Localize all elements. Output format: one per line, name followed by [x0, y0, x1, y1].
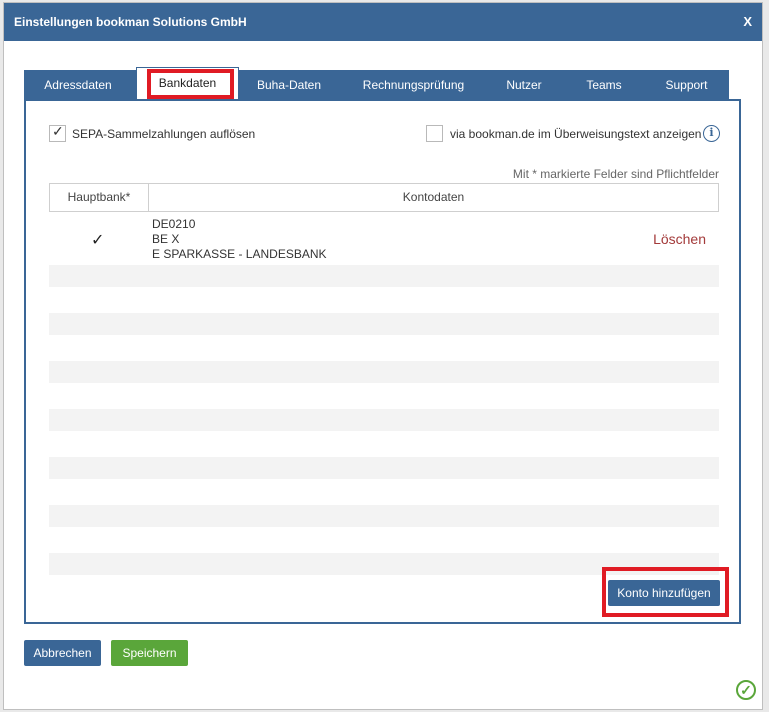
dialog-titlebar: Einstellungen bookman Solutions GmbH X	[4, 3, 762, 41]
table-row-empty	[49, 313, 719, 335]
header-kontodaten: Kontodaten	[402, 190, 465, 204]
table-row[interactable]: ✓ DE0210 BE X E SPARKASSE - LANDESBANK L…	[49, 214, 719, 264]
settings-dialog: Einstellungen bookman Solutions GmbH X A…	[3, 2, 763, 710]
transfer-text-label: via bookman.de im Überweisungstext anzei…	[450, 127, 702, 141]
tab-highlight	[147, 69, 234, 99]
tab-buha-daten[interactable]: Buha-Daten	[239, 70, 339, 100]
account-line-1: DE0210	[152, 217, 196, 231]
account-line-2: BE X	[152, 232, 180, 246]
sepa-label: SEPA-Sammelzahlungen auflösen	[72, 127, 256, 141]
button-highlight	[602, 567, 729, 617]
table-row-empty	[49, 409, 719, 431]
required-fields-note: Mit * markierte Felder sind Pflichtfelde…	[512, 167, 719, 181]
tab-nutzer[interactable]: Nutzer	[489, 70, 559, 100]
tab-support[interactable]: Support	[649, 70, 724, 100]
tab-teams[interactable]: Teams	[569, 70, 639, 100]
sepa-checkbox[interactable]: ✓	[49, 123, 66, 142]
close-icon[interactable]: X	[743, 14, 752, 29]
header-hauptbank: Hauptbank*	[50, 184, 149, 211]
transfer-text-checkbox[interactable]	[426, 125, 443, 142]
tab-adressdaten[interactable]: Adressdaten	[24, 70, 132, 100]
tab-rechnungspruefung[interactable]: Rechnungsprüfung	[346, 70, 481, 100]
tab-bar: Adressdaten Bankdaten Buha-Daten Rechnun…	[24, 67, 729, 100]
check-circle-icon: ✓	[736, 680, 756, 700]
dialog-title: Einstellungen bookman Solutions GmbH	[14, 15, 247, 29]
cancel-button[interactable]: Abbrechen	[24, 640, 101, 666]
table-row-empty	[49, 265, 719, 287]
bankdaten-panel: ✓ SEPA-Sammelzahlungen auflösen via book…	[24, 99, 741, 624]
main-bank-check-icon: ✓	[91, 232, 105, 249]
table-row-empty	[49, 457, 719, 479]
info-icon[interactable]: i	[703, 125, 720, 142]
save-button[interactable]: Speichern	[111, 640, 188, 666]
account-line-3: E SPARKASSE - LANDESBANK	[152, 247, 327, 261]
accounts-table-header: Hauptbank* Kontodaten	[49, 183, 719, 212]
checkmark-icon: ✓	[52, 123, 64, 139]
table-row-empty	[49, 505, 719, 527]
delete-link[interactable]: Löschen	[653, 231, 706, 247]
table-row-empty	[49, 361, 719, 383]
